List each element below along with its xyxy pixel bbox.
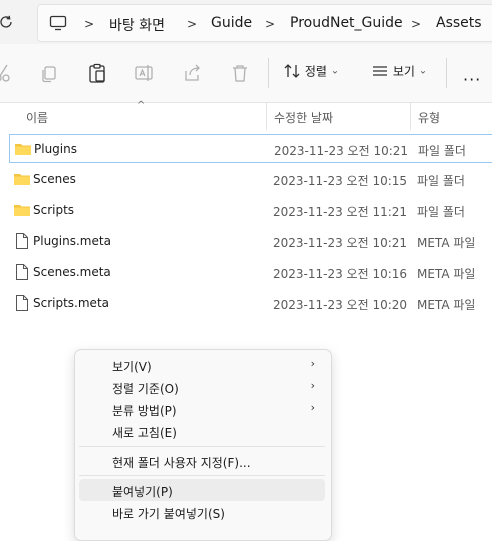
- view-button[interactable]: 보기 ⌄: [371, 62, 427, 84]
- column-divider[interactable]: [266, 102, 267, 130]
- refresh-icon[interactable]: [0, 12, 16, 32]
- chevron-down-icon: ⌄: [330, 65, 340, 77]
- menu-item-label: 새로 고침(E): [112, 426, 177, 440]
- chevron-down-icon: ⌄: [418, 65, 428, 77]
- toolbar-divider: [268, 58, 269, 88]
- file-name: Scenes.meta: [33, 265, 111, 279]
- menu-item-view[interactable]: 보기(V) ›: [79, 354, 325, 376]
- file-modified: 2023-11-23 오전 11:21: [273, 205, 408, 219]
- menu-item-label: 바로 가기 붙여넣기(S): [112, 507, 225, 521]
- folder-icon: [15, 144, 31, 155]
- address-bar[interactable]: > 바탕 화면 > Guide > ProudNet_Guide > Asset…: [37, 4, 492, 42]
- sort-indicator-icon: ^: [137, 100, 146, 111]
- toolbar-divider: [446, 58, 447, 88]
- file-modified: 2023-11-23 오전 10:21: [273, 236, 408, 250]
- file-modified: 2023-11-23 오전 10:20: [273, 298, 408, 312]
- file-type: 파일 폴더: [418, 144, 466, 158]
- file-type: 파일 폴더: [417, 174, 465, 188]
- submenu-arrow-icon: ›: [310, 379, 315, 392]
- submenu-arrow-icon: ›: [310, 357, 315, 370]
- submenu-arrow-icon: ›: [310, 401, 315, 414]
- view-list-icon: [373, 66, 387, 76]
- menu-separator: [79, 475, 325, 476]
- file-name: Scripts.meta: [33, 296, 110, 310]
- file-row[interactable]: Scripts.meta 2023-11-23 오전 10:20 META 파일: [9, 289, 492, 318]
- delete-icon[interactable]: [229, 62, 251, 84]
- address-bar-area: > 바탕 화면 > Guide > ProudNet_Guide > Asset…: [0, 0, 492, 44]
- column-header-name[interactable]: 이름: [26, 109, 48, 126]
- breadcrumb-separator[interactable]: >: [265, 17, 275, 31]
- file-modified: 2023-11-23 오전 10:16: [273, 267, 408, 281]
- column-divider[interactable]: [410, 102, 411, 130]
- column-header-type[interactable]: 유형: [418, 109, 440, 126]
- file-type: META 파일: [417, 236, 476, 250]
- menu-item-label: 분류 방법(P): [112, 404, 177, 418]
- file-type: META 파일: [417, 298, 476, 312]
- menu-item-paste-shortcut[interactable]: 바로 가기 붙여넣기(S): [79, 501, 325, 523]
- breadcrumb-assets[interactable]: Assets: [436, 15, 482, 31]
- file-type: META 파일: [417, 267, 476, 281]
- file-icon: [16, 264, 28, 280]
- file-icon: [16, 295, 28, 311]
- breadcrumb-separator[interactable]: >: [411, 17, 421, 31]
- menu-item-sort-by[interactable]: 정렬 기준(O) ›: [79, 376, 325, 398]
- sort-label: 정렬: [304, 64, 327, 79]
- menu-item-label: 보기(V): [112, 360, 152, 374]
- sort-icon: [284, 64, 300, 78]
- breadcrumb-guide[interactable]: Guide: [211, 15, 252, 31]
- menu-item-label: 붙여넣기(P): [112, 485, 173, 499]
- column-header-modified[interactable]: 수정한 날짜: [274, 109, 333, 126]
- file-icon: [16, 233, 28, 249]
- menu-item-group-by[interactable]: 분류 방법(P) ›: [79, 398, 325, 420]
- rename-icon[interactable]: [134, 62, 156, 84]
- menu-item-label: 정렬 기준(O): [112, 382, 179, 396]
- context-menu: 보기(V) › 정렬 기준(O) › 분류 방법(P) › 새로 고침(E) 현…: [74, 349, 332, 541]
- menu-separator: [79, 446, 325, 447]
- copy-icon[interactable]: [38, 62, 60, 84]
- menu-item-label: 현재 폴더 사용자 지정(F)...: [112, 456, 251, 470]
- file-modified: 2023-11-23 오전 10:15: [273, 174, 408, 188]
- paste-icon[interactable]: [86, 62, 108, 84]
- this-pc-icon[interactable]: [48, 13, 68, 33]
- file-name: Plugins: [34, 142, 77, 156]
- breadcrumb-proudnet-guide[interactable]: ProudNet_Guide: [290, 15, 403, 31]
- menu-item-customize-folder[interactable]: 현재 폴더 사용자 지정(F)...: [79, 450, 325, 472]
- folder-icon: [14, 174, 30, 185]
- breadcrumb-desktop[interactable]: 바탕 화면: [109, 15, 165, 35]
- file-type: 파일 폴더: [417, 205, 465, 219]
- file-name: Scripts: [33, 203, 75, 217]
- file-name: Plugins.meta: [33, 234, 111, 248]
- column-header-row: ^ 이름 수정한 날짜 유형: [0, 100, 492, 130]
- share-icon[interactable]: [182, 62, 204, 84]
- more-options-button[interactable]: ···: [463, 70, 481, 89]
- file-row[interactable]: Scenes.meta 2023-11-23 오전 10:16 META 파일: [9, 258, 492, 287]
- file-row[interactable]: Plugins.meta 2023-11-23 오전 10:21 META 파일: [9, 227, 492, 256]
- menu-item-paste[interactable]: 붙여넣기(P): [79, 479, 325, 501]
- breadcrumb-separator[interactable]: >: [187, 17, 197, 31]
- file-row[interactable]: Scripts 2023-11-23 오전 11:21 파일 폴더: [9, 196, 492, 225]
- breadcrumb-separator[interactable]: >: [84, 17, 94, 31]
- command-bar: 정렬 ⌄ 보기 ⌄ ···: [0, 44, 492, 103]
- sort-button[interactable]: 정렬 ⌄: [283, 62, 339, 84]
- menu-item-refresh[interactable]: 새로 고침(E): [79, 420, 325, 442]
- view-label: 보기: [392, 64, 415, 79]
- file-name: Scenes: [33, 172, 76, 186]
- file-row[interactable]: Plugins 2023-11-23 오전 10:21 파일 폴더: [9, 134, 492, 163]
- cut-icon[interactable]: [0, 62, 14, 84]
- file-modified: 2023-11-23 오전 10:21: [274, 144, 409, 158]
- folder-icon: [14, 205, 30, 216]
- file-row[interactable]: Scenes 2023-11-23 오전 10:15 파일 폴더: [9, 165, 492, 194]
